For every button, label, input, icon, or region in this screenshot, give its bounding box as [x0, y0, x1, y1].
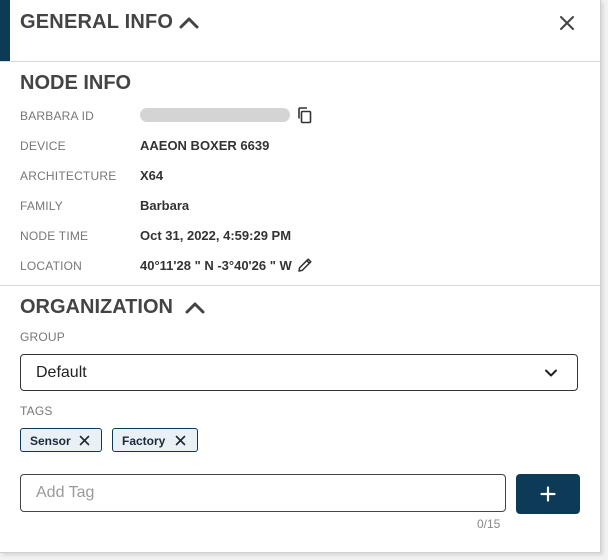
panel-header: GENERAL INFO — [0, 0, 600, 62]
section-divider — [0, 285, 600, 286]
barbara-id-value-redacted — [140, 108, 290, 122]
node-time-label: NODE TIME — [20, 229, 89, 243]
chevron-up-icon[interactable] — [184, 297, 206, 317]
barbara-id-label: BARBARA ID — [20, 109, 95, 123]
copy-icon[interactable] — [296, 106, 314, 124]
family-label: FAMILY — [20, 199, 63, 213]
remove-tag-icon[interactable] — [79, 435, 90, 446]
tag-chip-factory: Factory — [112, 428, 198, 452]
device-label: DEVICE — [20, 139, 66, 153]
location-label: LOCATION — [20, 259, 83, 273]
tags-label: TAGS — [20, 404, 53, 418]
close-icon[interactable] — [556, 12, 578, 34]
tag-label: Sensor — [30, 434, 71, 448]
tag-counter: 0/15 — [477, 517, 501, 531]
accent-bar — [0, 0, 10, 61]
add-tag-button[interactable] — [516, 474, 580, 514]
group-label: GROUP — [20, 330, 66, 344]
tag-label: Factory — [122, 434, 166, 448]
location-value: 40°11'28 " N -3°40'26 " W — [140, 258, 292, 273]
architecture-value: X64 — [140, 168, 164, 183]
organization-title: ORGANIZATION — [20, 296, 173, 318]
chevron-down-icon — [545, 369, 557, 377]
pencil-icon[interactable] — [296, 256, 314, 274]
chevron-up-icon[interactable] — [178, 12, 200, 32]
tag-chip-sensor: Sensor — [20, 428, 102, 452]
node-info-title: NODE INFO — [20, 72, 132, 94]
family-value: Barbara — [140, 198, 190, 213]
architecture-label: ARCHITECTURE — [20, 169, 117, 183]
device-value: AAEON BOXER 6639 — [140, 138, 270, 153]
remove-tag-icon[interactable] — [175, 435, 186, 446]
plus-icon — [540, 486, 556, 502]
node-time-value: Oct 31, 2022, 4:59:29 PM — [140, 228, 292, 243]
group-select-value: Default — [36, 364, 87, 381]
panel-title: GENERAL INFO — [20, 11, 174, 33]
group-select[interactable]: Default — [20, 354, 578, 391]
general-info-panel: GENERAL INFO NODE INFO BARBARA ID DEVICE… — [0, 0, 601, 553]
add-tag-input[interactable] — [20, 474, 506, 512]
